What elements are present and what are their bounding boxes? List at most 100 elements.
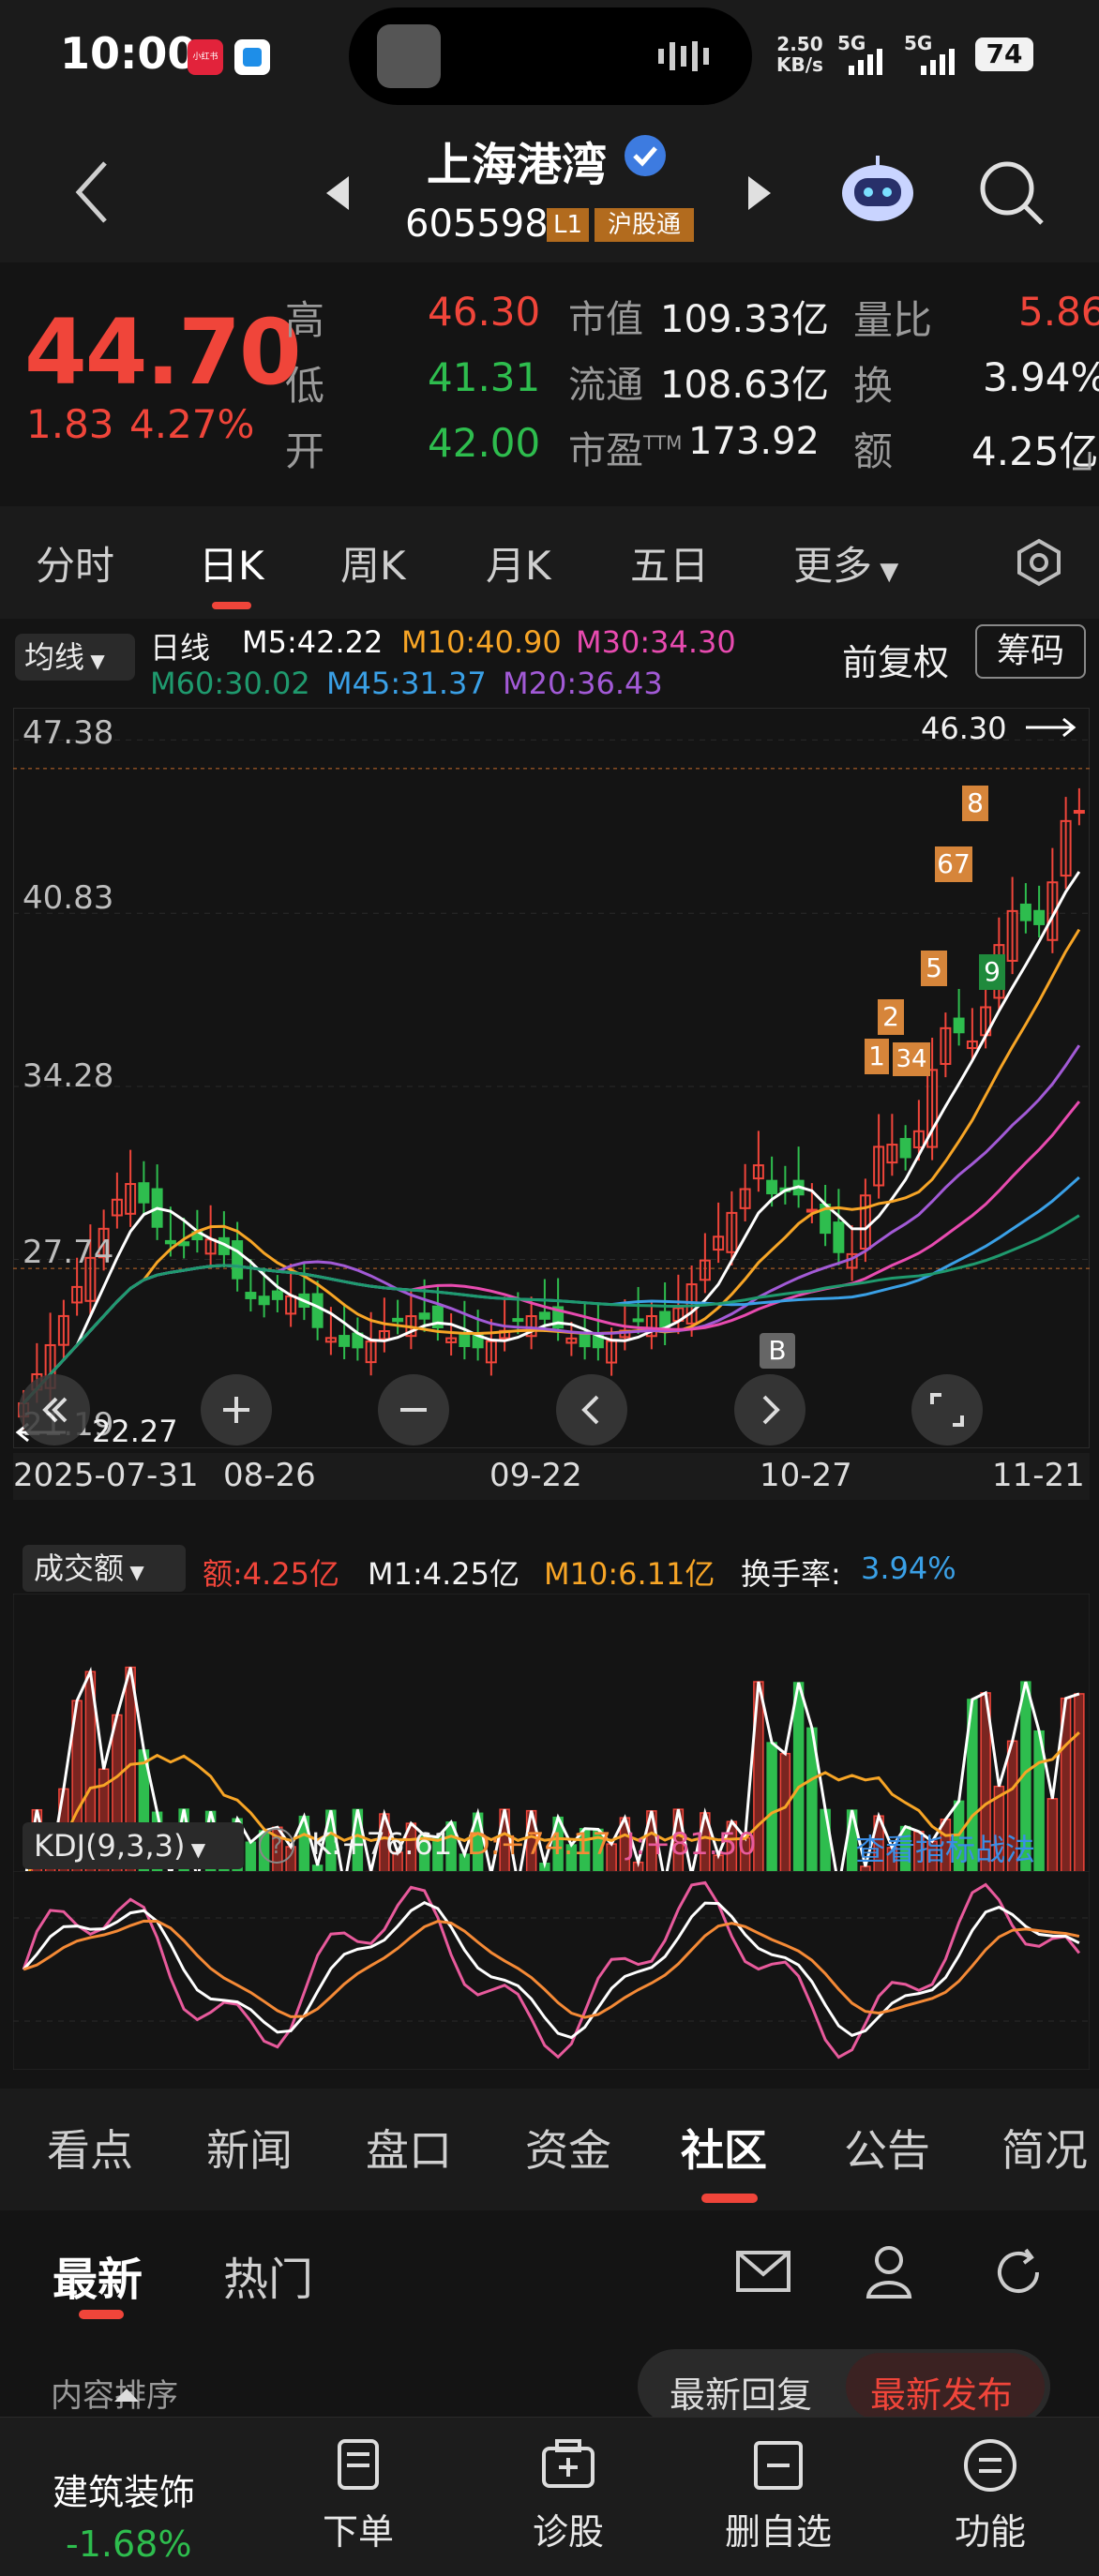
tab-daily-k[interactable]: 日K	[199, 534, 264, 592]
buy-signal-b[interactable]: B	[760, 1333, 795, 1369]
low-mark-label: 22.27	[92, 1414, 178, 1449]
market-badge: 沪股通	[595, 208, 694, 242]
settings-hexagon-icon[interactable]	[1015, 538, 1063, 591]
remove-watchlist-icon	[754, 2441, 803, 2490]
candle-body	[1033, 909, 1046, 925]
tab-news[interactable]: 新闻	[206, 2117, 293, 2179]
marker-9[interactable]: 9	[979, 954, 1005, 990]
tab-five-day[interactable]: 五日	[630, 534, 709, 592]
tab-announcements[interactable]: 公告	[844, 2117, 930, 2179]
status-bar: 10:00 小红书 2.50 KB/s 5G 5G 74	[0, 0, 1099, 112]
tab-pankou[interactable]: 盘口	[366, 2117, 452, 2179]
prev-stock-button[interactable]	[324, 174, 351, 216]
next-stock-button[interactable]	[746, 174, 773, 216]
ma30-label: M30:34.30	[576, 624, 736, 660]
order-icon	[338, 2439, 379, 2490]
marker-34[interactable]: 34	[893, 1042, 930, 1076]
candle-body	[418, 1312, 430, 1320]
marker-8[interactable]: 8	[962, 786, 988, 821]
tab-profile[interactable]: 简况	[1001, 2117, 1088, 2179]
sort-latest-post[interactable]: 最新发布	[870, 2366, 1013, 2418]
xiaohongshu-icon: 小红书	[188, 39, 223, 75]
marker-5[interactable]: 5	[921, 951, 947, 986]
pe-value: 173.92	[688, 420, 820, 463]
candle-body	[164, 1239, 176, 1245]
candle-body	[512, 1318, 524, 1323]
float-value: 108.63亿	[660, 364, 829, 407]
ma20-label: M20:36.43	[503, 666, 663, 701]
candle-body	[232, 1240, 244, 1280]
stock-code: 605598	[405, 202, 549, 246]
sort-latest-reply[interactable]: 最新回复	[670, 2366, 812, 2418]
subtab-hot[interactable]: 热门	[223, 2242, 313, 2308]
high-value: 46.30	[428, 289, 541, 335]
volume-m10: M10:6.11亿	[544, 1556, 715, 1592]
y-label-3: 34.28	[23, 1057, 114, 1095]
dock-functions-button[interactable]: 功能	[906, 2437, 1075, 2554]
marker-2[interactable]: 2	[878, 999, 904, 1035]
candle-body	[1073, 810, 1085, 815]
ma-selector[interactable]: 均线 ▼	[15, 634, 135, 681]
zoom-in-button[interactable]	[201, 1374, 272, 1445]
kdj-k: K:+76.61	[311, 1826, 453, 1862]
tab-community[interactable]: 社区	[681, 2117, 767, 2179]
chouma-button[interactable]: 筹码	[975, 624, 1086, 679]
signal-1-icon	[849, 49, 882, 75]
marker-67[interactable]: 67	[935, 846, 972, 882]
app-icon	[234, 39, 270, 75]
back-button[interactable]	[73, 159, 111, 229]
quote-panel: 44.70 1.83 4.27% 高 46.30 低 41.31 开 42.00…	[0, 262, 1099, 502]
tab-more[interactable]: 更多 ▼	[793, 534, 898, 592]
zoom-out-button[interactable]	[378, 1374, 449, 1445]
subtab-latest[interactable]: 最新	[53, 2242, 143, 2308]
audio-wave-icon	[658, 41, 724, 71]
scroll-left-fast-button[interactable]	[19, 1374, 90, 1445]
candle-body	[833, 1221, 845, 1253]
tab-monthly-k[interactable]: 月K	[486, 534, 551, 592]
dock-order-button[interactable]: 下单	[274, 2437, 443, 2554]
tab-fenshi[interactable]: 分时	[36, 534, 114, 592]
dock-diagnose-button[interactable]: 诊股	[484, 2437, 653, 2554]
x-label-1: 08-26	[223, 1457, 316, 1494]
period-tabs: 分时 日K 周K 月K 五日 更多 ▼	[0, 506, 1099, 619]
tab-kandian[interactable]: 看点	[47, 2117, 133, 2179]
clock: 10:00	[60, 28, 198, 79]
user-icon[interactable]	[865, 2244, 913, 2302]
scroll-right-button[interactable]	[734, 1374, 805, 1445]
expand-arrow-icon[interactable]	[1071, 450, 1091, 474]
vr-label: 量比	[853, 297, 933, 343]
indicator-strategy-link[interactable]: 查看指标战法	[855, 1826, 1035, 1869]
kdj-chart[interactable]	[13, 1871, 1090, 2070]
amount-label: 额	[853, 428, 894, 474]
volume-selector[interactable]: 成交额 ▼	[23, 1545, 186, 1592]
sector-name[interactable]: 建筑装饰	[53, 2464, 195, 2515]
mcap-value: 109.33亿	[660, 298, 829, 341]
fuquan-button[interactable]: 前复权	[842, 634, 949, 685]
refresh-icon[interactable]	[992, 2246, 1045, 2302]
high-mark-label: 46.30	[921, 711, 1007, 746]
period-label: 日线	[150, 630, 211, 666]
tab-funds[interactable]: 资金	[525, 2117, 611, 2179]
open-value: 42.00	[428, 420, 541, 466]
price-change-pct: 4.27%	[129, 401, 255, 447]
scroll-left-button[interactable]	[556, 1374, 627, 1445]
x-label-3: 10-27	[760, 1457, 852, 1494]
search-icon[interactable]	[978, 159, 1046, 231]
help-icon[interactable]: ?	[259, 1828, 294, 1864]
candle-body	[392, 1317, 404, 1323]
robot-assistant-icon[interactable]	[837, 154, 918, 229]
dock-remove-watchlist-button[interactable]: 删自选	[694, 2437, 863, 2554]
message-icon[interactable]	[735, 2250, 791, 2297]
kdj-selector[interactable]: KDJ(9,3,3) ▼	[23, 1822, 244, 1869]
dock-expand-icon[interactable]	[113, 2387, 141, 2407]
kline-chart[interactable]	[13, 708, 1090, 1448]
fullscreen-button[interactable]	[911, 1374, 983, 1445]
stock-name: 上海港湾	[427, 139, 608, 191]
turnover-value: 3.94%	[983, 354, 1099, 400]
pe-label: 市盈TTM	[568, 429, 683, 472]
kdj-frame	[13, 1871, 1090, 2070]
y-label-2: 40.83	[23, 879, 114, 917]
ma5-label: M5:42.22	[242, 624, 384, 660]
marker-1[interactable]: 1	[865, 1039, 889, 1074]
tab-weekly-k[interactable]: 周K	[340, 534, 406, 592]
